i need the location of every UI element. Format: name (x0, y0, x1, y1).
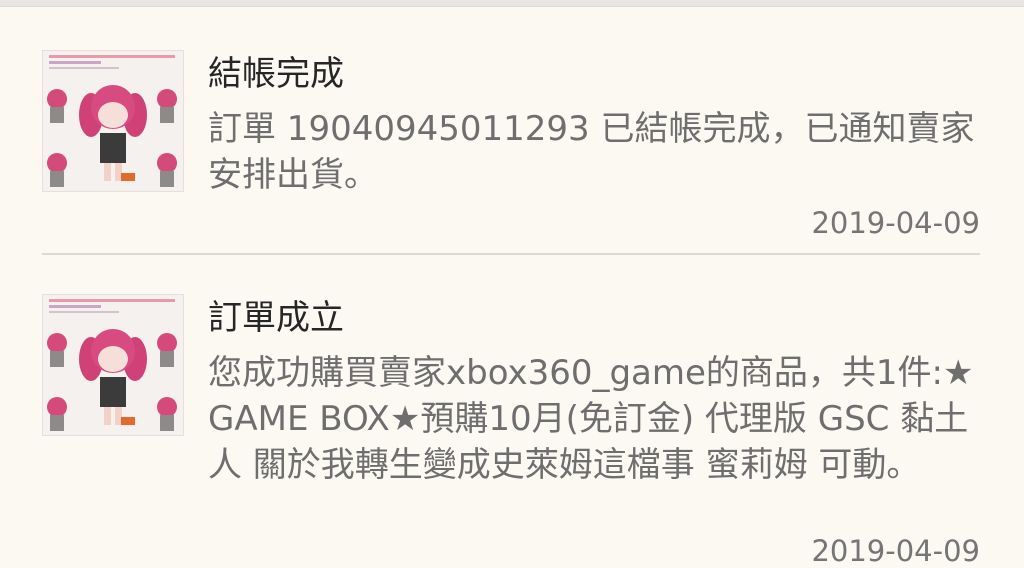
notification-body: 您成功購買賣家xbox360_game的商品，共1件:★GAME BOX★預購1… (208, 353, 974, 485)
notification-date: 2019-04-09 (811, 206, 980, 240)
notification-date: 2019-04-09 (811, 534, 980, 568)
divider (42, 253, 980, 255)
notification-title: 結帳完成 (208, 54, 344, 94)
notification-title: 訂單成立 (208, 298, 344, 338)
top-edge (0, 0, 1024, 7)
notification-body: 訂單 19040945011293 已結帳完成，已通知賣家安排出貨。 (208, 109, 975, 195)
notification-item[interactable]: 結帳完成 訂單 19040945011293 已結帳完成，已通知賣家安排出貨。 … (0, 8, 1024, 256)
product-thumbnail-icon (42, 294, 184, 436)
product-thumbnail-icon (42, 50, 184, 192)
notification-item[interactable]: 訂單成立 您成功購買賣家xbox360_game的商品，共1件:★GAME BO… (0, 258, 1024, 568)
